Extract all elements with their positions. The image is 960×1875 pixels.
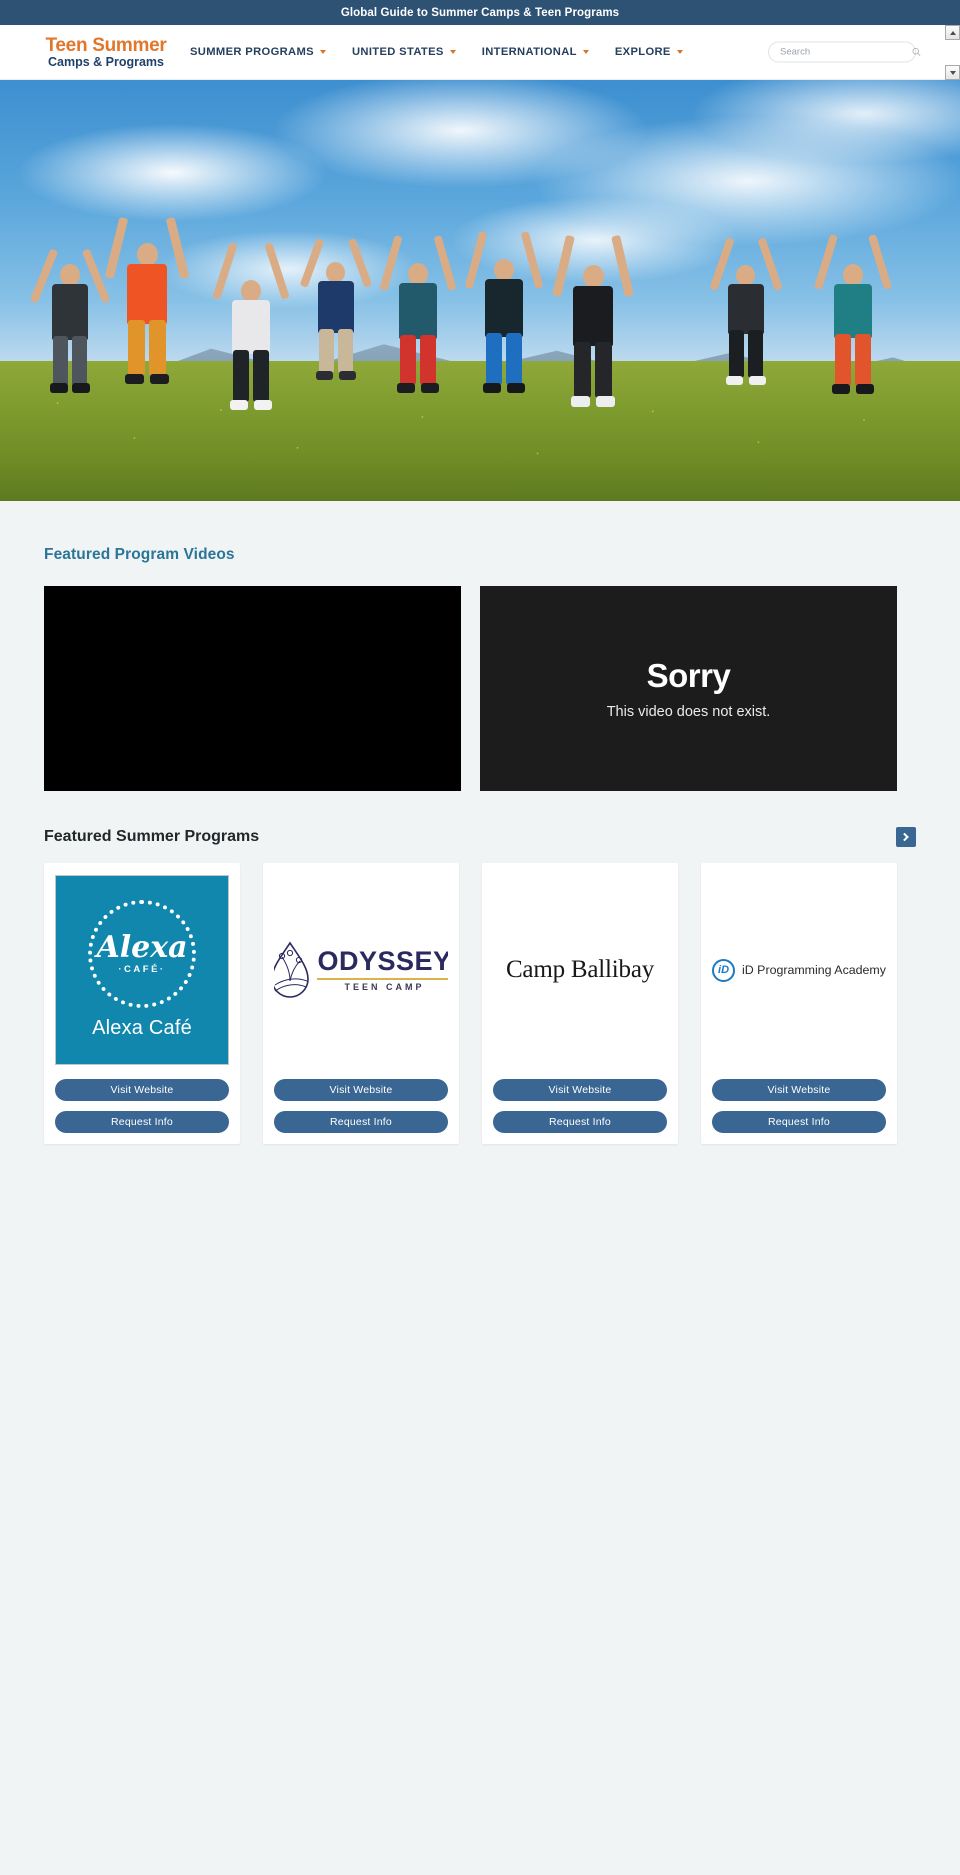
request-info-button[interactable]: Request Info — [274, 1111, 448, 1133]
visit-website-button[interactable]: Visit Website — [712, 1079, 886, 1101]
featured-programs-carousel: Alexa ·CAFÉ· Alexa Café Visit Website Re… — [44, 863, 916, 1144]
ballibay-wordmark: Camp Ballibay — [505, 956, 655, 983]
site-tagline: Global Guide to Summer Camps & Teen Prog… — [340, 6, 620, 19]
jumping-teen — [29, 220, 111, 405]
featured-programs-title: Featured Summer Programs — [44, 828, 260, 845]
request-info-button[interactable]: Request Info — [712, 1111, 886, 1133]
arrow-up-icon — [949, 30, 956, 35]
nav-item-united-states[interactable]: UNITED STATES — [352, 46, 456, 58]
scroll-up-button[interactable] — [945, 25, 960, 40]
visit-website-button[interactable]: Visit Website — [493, 1079, 667, 1101]
jumping-teen — [464, 217, 544, 413]
nav-item-explore[interactable]: EXPLORE — [615, 46, 683, 58]
featured-videos-title: Featured Program Videos — [44, 546, 235, 563]
featured-programs-header: Featured Summer Programs — [44, 827, 916, 847]
jumping-teen — [709, 219, 783, 401]
id-academy-wordmark: iD Programming Academy — [742, 963, 886, 977]
alexa-seal-icon: Alexa ·CAFÉ· — [88, 900, 196, 1008]
nav-label: INTERNATIONAL — [481, 46, 577, 58]
chevron-down-icon — [319, 50, 326, 54]
window-scrollbar[interactable] — [945, 25, 960, 80]
odyssey-droplet-icon — [274, 941, 310, 998]
jumping-teen — [552, 223, 634, 429]
program-logo-odyssey-teen-camp: ODYSSEY TEEN CAMP — [274, 875, 448, 1065]
main-content: Featured Program Videos Sorry This video… — [0, 501, 960, 1144]
chevron-right-icon — [900, 832, 909, 842]
jumping-teen — [299, 216, 373, 391]
featured-videos-row: Sorry This video does not exist. — [44, 586, 916, 791]
chevron-down-icon — [582, 50, 589, 54]
scroll-down-button[interactable] — [945, 65, 960, 80]
odyssey-sub-text: TEEN CAMP — [317, 978, 448, 992]
video-error-title: Sorry — [646, 657, 731, 694]
nav-label: SUMMER PROGRAMS — [190, 46, 314, 58]
site-logo[interactable]: Teen Summer Camps & Programs — [44, 36, 168, 69]
alexa-script-text: Alexa — [96, 929, 188, 965]
id-logo-icon: iD — [712, 958, 736, 982]
jumping-teen — [379, 219, 457, 409]
request-info-button[interactable]: Request Info — [55, 1111, 229, 1133]
search-icon — [912, 47, 921, 56]
visit-website-button[interactable]: Visit Website — [274, 1079, 448, 1101]
video-error-subtitle: This video does not exist. — [606, 704, 771, 720]
nav-item-summer-programs[interactable]: SUMMER PROGRAMS — [190, 46, 326, 58]
hero-banner-image — [0, 80, 960, 501]
program-logo-camp-ballibay: Camp Ballibay — [493, 875, 667, 1065]
chevron-down-icon — [449, 50, 456, 54]
program-card[interactable]: Alexa ·CAFÉ· Alexa Café Visit Website Re… — [44, 863, 240, 1144]
odyssey-main-text: ODYSSEY — [317, 946, 448, 976]
logo-line-2: Camps & Programs — [47, 54, 164, 69]
program-card[interactable]: iD iD Programming Academy Visit Website … — [701, 863, 897, 1144]
jumping-teen — [104, 209, 190, 409]
chevron-down-icon — [676, 50, 683, 54]
program-card[interactable]: ODYSSEY TEEN CAMP Visit Website Request … — [263, 863, 459, 1144]
jumping-teen — [212, 232, 290, 427]
alexa-cafe-small-text: ·CAFÉ· — [118, 963, 166, 975]
program-logo-alexa-cafe: Alexa ·CAFÉ· Alexa Café — [55, 875, 229, 1065]
search-input[interactable] — [780, 46, 912, 58]
nav-item-international[interactable]: INTERNATIONAL — [482, 46, 589, 58]
video-player-1[interactable] — [44, 586, 461, 791]
site-header: Teen Summer Camps & Programs SUMMER PROG… — [0, 25, 960, 80]
request-info-button[interactable]: Request Info — [493, 1111, 667, 1133]
announcement-bar: Global Guide to Summer Camps & Teen Prog… — [0, 0, 960, 25]
nav-label: EXPLORE — [614, 46, 671, 58]
search-box[interactable] — [768, 41, 921, 63]
carousel-next-button[interactable] — [896, 827, 916, 847]
arrow-down-icon — [949, 70, 956, 75]
logo-line-1: Teen Summer — [45, 34, 167, 56]
program-logo-id-programming-academy: iD iD Programming Academy — [712, 875, 886, 1065]
main-navigation: SUMMER PROGRAMS UNITED STATES INTERNATIO… — [190, 46, 683, 58]
nav-label: UNITED STATES — [351, 46, 444, 58]
program-card[interactable]: Camp Ballibay Visit Website Request Info — [482, 863, 678, 1144]
alexa-caption: Alexa Café — [92, 1017, 192, 1039]
visit-website-button[interactable]: Visit Website — [55, 1079, 229, 1101]
search-area — [768, 41, 921, 63]
jumping-teen — [813, 220, 893, 415]
video-player-2[interactable]: Sorry This video does not exist. — [480, 586, 897, 791]
